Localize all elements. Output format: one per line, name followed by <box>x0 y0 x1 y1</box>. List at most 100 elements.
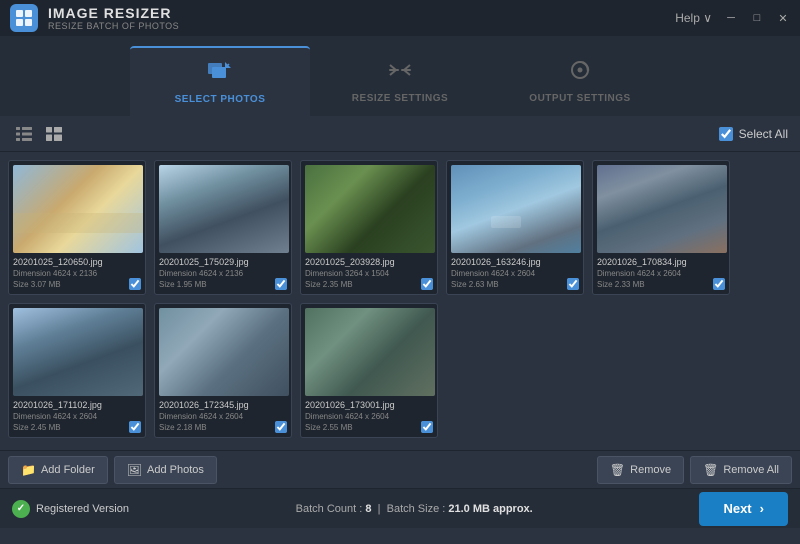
photo-size: Size 3.07 MB <box>13 280 61 289</box>
tab-resize-settings[interactable]: RESIZE SETTINGS <box>310 46 490 116</box>
photo-thumbnail <box>159 308 289 396</box>
app-name: IMAGE RESIZER <box>48 5 179 21</box>
minimize-button[interactable]: ─ <box>724 11 738 25</box>
next-label: Next <box>723 501 751 516</box>
photo-dimension: Dimension 4624 x 2604 <box>451 269 579 278</box>
list-view-button[interactable] <box>12 122 36 146</box>
photo-name: 20201026_163246.jpg <box>451 257 579 267</box>
photo-item[interactable]: 20201025_120650.jpg Dimension 4624 x 213… <box>8 160 146 295</box>
tab-bar: SELECT PHOTOS RESIZE SETTINGS OUTPUT SET… <box>0 36 800 116</box>
batch-size-label: Batch Size : 21.0 MB approx. <box>387 503 533 515</box>
photo-checkbox[interactable] <box>275 421 287 433</box>
photo-item[interactable]: 20201026_163246.jpg Dimension 4624 x 260… <box>446 160 584 295</box>
photo-name: 20201025_203928.jpg <box>305 257 433 267</box>
photo-item[interactable]: 20201026_173001.jpg Dimension 4624 x 260… <box>300 303 438 438</box>
titlebar-controls: Help ∨ ─ □ ✕ <box>675 11 790 25</box>
next-button[interactable]: Next › <box>699 492 788 526</box>
select-photos-icon <box>207 60 233 88</box>
add-folder-label: Add Folder <box>41 464 95 476</box>
remove-button[interactable]: 🗑 Remove <box>597 456 684 484</box>
photo-thumbnail <box>13 308 143 396</box>
photo-name: 20201026_171102.jpg <box>13 400 141 410</box>
select-all-checkbox[interactable] <box>719 127 733 141</box>
photo-dimension: Dimension 4624 x 2604 <box>305 412 433 421</box>
select-all-label: Select All <box>739 127 788 141</box>
output-settings-icon <box>567 59 593 87</box>
app-title: IMAGE RESIZER RESIZE BATCH OF PHOTOS <box>48 5 179 31</box>
photo-size: Size 2.55 MB <box>305 423 353 432</box>
folder-icon: 📁 <box>21 463 36 477</box>
photo-size: Size 2.45 MB <box>13 423 61 432</box>
remove-label: Remove <box>630 464 671 476</box>
next-arrow-icon: › <box>760 501 764 516</box>
photo-size: Size 2.18 MB <box>159 423 207 432</box>
photo-name: 20201026_172345.jpg <box>159 400 287 410</box>
photo-name: 20201026_173001.jpg <box>305 400 433 410</box>
resize-settings-icon <box>387 59 413 87</box>
photo-size: Size 1.95 MB <box>159 280 207 289</box>
photo-thumbnail <box>451 165 581 253</box>
grid-view-button[interactable] <box>42 122 66 146</box>
photo-checkbox[interactable] <box>421 278 433 290</box>
trash-all-icon: 🗑 <box>703 463 718 477</box>
photo-thumbnail <box>305 165 435 253</box>
maximize-button[interactable]: □ <box>750 11 764 25</box>
tab-output-settings[interactable]: OUTPUT SETTINGS <box>490 46 670 116</box>
add-photos-button[interactable]: 🖼 Add Photos <box>114 456 217 484</box>
tab-select-label: SELECT PHOTOS <box>175 94 266 105</box>
photo-dimension: Dimension 4624 x 2136 <box>13 269 141 278</box>
photo-checkbox[interactable] <box>129 278 141 290</box>
add-photos-label: Add Photos <box>147 464 204 476</box>
app-subtitle: RESIZE BATCH OF PHOTOS <box>48 21 179 31</box>
photo-item[interactable]: 20201025_175029.jpg Dimension 4624 x 213… <box>154 160 292 295</box>
photo-checkbox[interactable] <box>713 278 725 290</box>
photo-thumbnail <box>597 165 727 253</box>
view-buttons <box>12 122 66 146</box>
photo-checkbox[interactable] <box>567 278 579 290</box>
select-all-area: Select All <box>719 127 788 141</box>
photo-checkbox[interactable] <box>129 421 141 433</box>
tab-output-label: OUTPUT SETTINGS <box>529 93 630 104</box>
status-bar: ✓ Registered Version Batch Count : 8 | B… <box>0 488 800 528</box>
registered-check-icon: ✓ <box>12 500 30 518</box>
remove-all-label: Remove All <box>723 464 779 476</box>
titlebar-left: IMAGE RESIZER RESIZE BATCH OF PHOTOS <box>10 4 179 32</box>
photo-item[interactable]: 20201026_172345.jpg Dimension 4624 x 260… <box>154 303 292 438</box>
photo-dimension: Dimension 3264 x 1504 <box>305 269 433 278</box>
batch-count-label: Batch Count : 8 <box>296 503 372 515</box>
tab-resize-label: RESIZE SETTINGS <box>352 93 448 104</box>
photo-name: 20201026_170834.jpg <box>597 257 725 267</box>
batch-info: Batch Count : 8 | Batch Size : 21.0 MB a… <box>296 503 533 515</box>
add-folder-button[interactable]: 📁 Add Folder <box>8 456 108 484</box>
photo-item[interactable]: 20201026_170834.jpg Dimension 4624 x 260… <box>592 160 730 295</box>
tab-select-photos[interactable]: SELECT PHOTOS <box>130 46 310 116</box>
photo-thumbnail <box>13 165 143 253</box>
photo-item[interactable]: 20201026_171102.jpg Dimension 4624 x 260… <box>8 303 146 438</box>
photo-toolbar: Select All <box>0 116 800 152</box>
photo-dimension: Dimension 4624 x 2604 <box>13 412 141 421</box>
photo-name: 20201025_120650.jpg <box>13 257 141 267</box>
close-button[interactable]: ✕ <box>776 11 790 25</box>
photo-dimension: Dimension 4624 x 2604 <box>159 412 287 421</box>
photo-add-icon: 🖼 <box>127 463 142 477</box>
status-left: ✓ Registered Version <box>12 500 129 518</box>
photo-dimension: Dimension 4624 x 2136 <box>159 269 287 278</box>
help-button[interactable]: Help ∨ <box>675 11 712 25</box>
photo-grid-container[interactable]: 20201025_120650.jpg Dimension 4624 x 213… <box>0 152 800 450</box>
photo-checkbox[interactable] <box>275 278 287 290</box>
photo-grid: 20201025_120650.jpg Dimension 4624 x 213… <box>8 160 792 438</box>
photo-size: Size 2.63 MB <box>451 280 499 289</box>
photo-checkbox[interactable] <box>421 421 433 433</box>
photo-name: 20201025_175029.jpg <box>159 257 287 267</box>
registered-label: Registered Version <box>36 503 129 515</box>
photo-size: Size 2.33 MB <box>597 280 645 289</box>
titlebar: IMAGE RESIZER RESIZE BATCH OF PHOTOS Hel… <box>0 0 800 36</box>
photo-item[interactable]: 20201025_203928.jpg Dimension 3264 x 150… <box>300 160 438 295</box>
app-logo <box>10 4 38 32</box>
trash-icon: 🗑 <box>610 463 625 477</box>
remove-all-button[interactable]: 🗑 Remove All <box>690 456 792 484</box>
photo-thumbnail <box>159 165 289 253</box>
photo-thumbnail <box>305 308 435 396</box>
photo-dimension: Dimension 4624 x 2604 <box>597 269 725 278</box>
action-bar: 📁 Add Folder 🖼 Add Photos 🗑 Remove 🗑 Rem… <box>0 450 800 488</box>
